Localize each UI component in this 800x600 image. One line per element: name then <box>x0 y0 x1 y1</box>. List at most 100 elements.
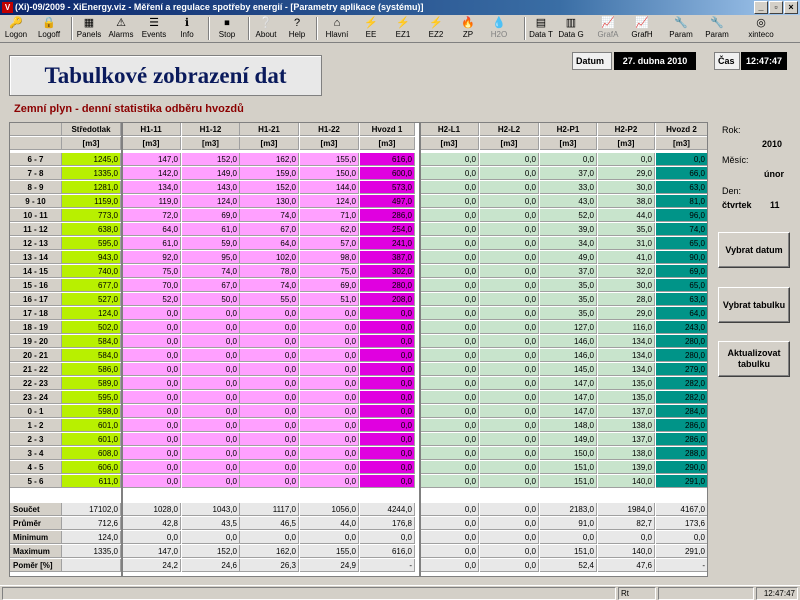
table-cell: 0,0 <box>420 391 479 404</box>
toolbar-button-grafa[interactable]: 📈 GrafA <box>595 16 621 42</box>
toolbar-button-data-g[interactable]: ▥ Data G <box>556 16 586 42</box>
table-cell: 0,0 <box>300 419 359 432</box>
table-cell: 0,0 <box>360 335 415 348</box>
table-cell: 139,0 <box>598 461 655 474</box>
table-cell: 0,0 <box>122 321 181 334</box>
close-button[interactable]: × <box>784 1 798 14</box>
table-cell: 282,0 <box>656 391 707 404</box>
toolbar-button-about[interactable]: ❔ About <box>252 16 280 42</box>
table-cell: 280,0 <box>656 349 707 362</box>
table-cell: 0,0 <box>360 419 415 432</box>
table-cell: 152,0 <box>182 153 240 166</box>
table-cell: 150,0 <box>300 167 359 180</box>
table-cell: 279,0 <box>656 363 707 376</box>
row-label: 12 - 13 <box>10 237 62 250</box>
table-cell: 0,0 <box>420 293 479 306</box>
table-cell: 601,0 <box>62 419 121 432</box>
column-header: H2-L1 <box>420 123 479 136</box>
table-cell: 51,0 <box>300 293 359 306</box>
summary-cell: 0,0 <box>420 517 479 530</box>
summary-cell: 1117,0 <box>240 503 299 516</box>
table-cell: 134,0 <box>598 349 655 362</box>
toolbar-button-param[interactable]: 🔧 Param <box>703 16 731 42</box>
table-cell: 243,0 <box>656 321 707 334</box>
minimize-button[interactable]: _ <box>754 1 768 14</box>
table-cell: 65,0 <box>656 237 707 250</box>
toolbar-button-events[interactable]: ☰ Events <box>139 16 169 42</box>
summary-cell: 0,0 <box>182 531 240 544</box>
restore-button[interactable]: ▫ <box>769 1 783 14</box>
date-value: 27. dubna 2010 <box>614 52 696 70</box>
table-cell: 0,0 <box>240 363 299 376</box>
table-cell: 127,0 <box>540 321 597 334</box>
column-group-divider <box>121 123 123 576</box>
toolbar-button-info[interactable]: ℹ Info <box>175 16 199 42</box>
table-cell: 0,0 <box>240 447 299 460</box>
table-cell: 0,0 <box>540 153 597 166</box>
toolbar-button-label: Hlavní <box>325 30 349 39</box>
toolbar-button-label: Data T <box>529 30 553 39</box>
table-cell: 208,0 <box>360 293 415 306</box>
data-table[interactable]: Středotlak [m3] H1-11 [m3] H1-12 [m3] H1-21 [m3… <box>9 122 708 577</box>
table-cell: 0,0 <box>420 209 479 222</box>
row-label: 7 - 8 <box>10 167 62 180</box>
table-cell: 69,0 <box>182 209 240 222</box>
table-cell: 0,0 <box>360 363 415 376</box>
table-cell: 0,0 <box>480 279 539 292</box>
refresh-table-button[interactable]: Aktualizovat tabulku <box>718 341 790 377</box>
table-cell: 50,0 <box>182 293 240 306</box>
toolbar-button-ee[interactable]: ⚡ EE <box>360 16 382 42</box>
summary-row-label: Minimum <box>10 531 62 544</box>
panels-icon: ▦ <box>83 17 95 29</box>
toolbar-button-ez2[interactable]: ⚡ EZ2 <box>425 16 447 42</box>
table-cell: 70,0 <box>122 279 181 292</box>
page-title: Tabulkové zobrazení dat <box>44 63 287 88</box>
table-cell: 0,0 <box>480 167 539 180</box>
toolbar-button-h2o[interactable]: 💧 H2O <box>488 16 510 42</box>
table-cell: 586,0 <box>62 363 121 376</box>
table-cell: 286,0 <box>656 433 707 446</box>
toolbar-button-param[interactable]: 🔧 Param <box>669 16 693 42</box>
column-unit: [m3] <box>540 137 597 150</box>
toolbar-button-zp[interactable]: 🔥 ZP <box>457 16 479 42</box>
toolbar-button-stop[interactable]: ⏹ Stop <box>215 16 239 42</box>
toolbar-button-data-t[interactable]: ▤ Data T <box>527 16 555 42</box>
summary-cell: - <box>656 559 707 572</box>
table-cell: 0,0 <box>420 223 479 236</box>
toolbar-button-ez1[interactable]: ⚡ EZ1 <box>392 16 414 42</box>
table-cell: 0,0 <box>240 475 299 488</box>
row-label: 9 - 10 <box>10 195 62 208</box>
table-cell: 134,0 <box>598 363 655 376</box>
toolbar-button-grafh[interactable]: 📈 GrafH <box>628 16 656 42</box>
column-group-divider <box>419 123 421 576</box>
table-cell: 0,0 <box>420 335 479 348</box>
table-cell: 0,0 <box>122 335 181 348</box>
day-name: čtvrtek <box>722 200 752 210</box>
table-cell: 601,0 <box>62 433 121 446</box>
day-label: Den: <box>722 186 742 196</box>
toolbar-button-hlavní[interactable]: ⌂ Hlavní <box>320 16 354 42</box>
toolbar-button-alarms[interactable]: ⚠ Alarms <box>107 16 135 42</box>
table-cell: 137,0 <box>598 405 655 418</box>
info-icon: ℹ <box>184 17 190 29</box>
toolbar-button-label: Help <box>288 30 306 39</box>
table-cell: 74,0 <box>182 265 240 278</box>
table-cell: 584,0 <box>62 335 121 348</box>
table-cell: 59,0 <box>182 237 240 250</box>
toolbar-button-panels[interactable]: ▦ Panels <box>75 16 103 42</box>
column-unit: [m3] <box>480 137 539 150</box>
table-cell: 0,0 <box>420 461 479 474</box>
summary-cell: 42,8 <box>122 517 181 530</box>
table-cell: 64,0 <box>122 223 181 236</box>
table-cell: 159,0 <box>240 167 299 180</box>
toolbar-button-xinteco[interactable]: ◎ xinteco <box>744 16 778 42</box>
table-cell: 0,0 <box>122 419 181 432</box>
column-header: H2-L2 <box>480 123 539 136</box>
toolbar-button-help[interactable]: ? Help <box>285 16 309 42</box>
select-date-button[interactable]: Vybrat datum <box>718 232 790 268</box>
table-cell: 606,0 <box>62 461 121 474</box>
toolbar: 🔑 Logon 🔒 Logoff ▦ Panels ⚠ Alarms ☰ Events ℹ Info ⏹… <box>0 15 800 43</box>
select-table-button[interactable]: Vybrat tabulku <box>718 287 790 323</box>
toolbar-button-logon[interactable]: 🔑 Logon <box>2 16 30 42</box>
toolbar-button-logoff[interactable]: 🔒 Logoff <box>33 16 65 42</box>
